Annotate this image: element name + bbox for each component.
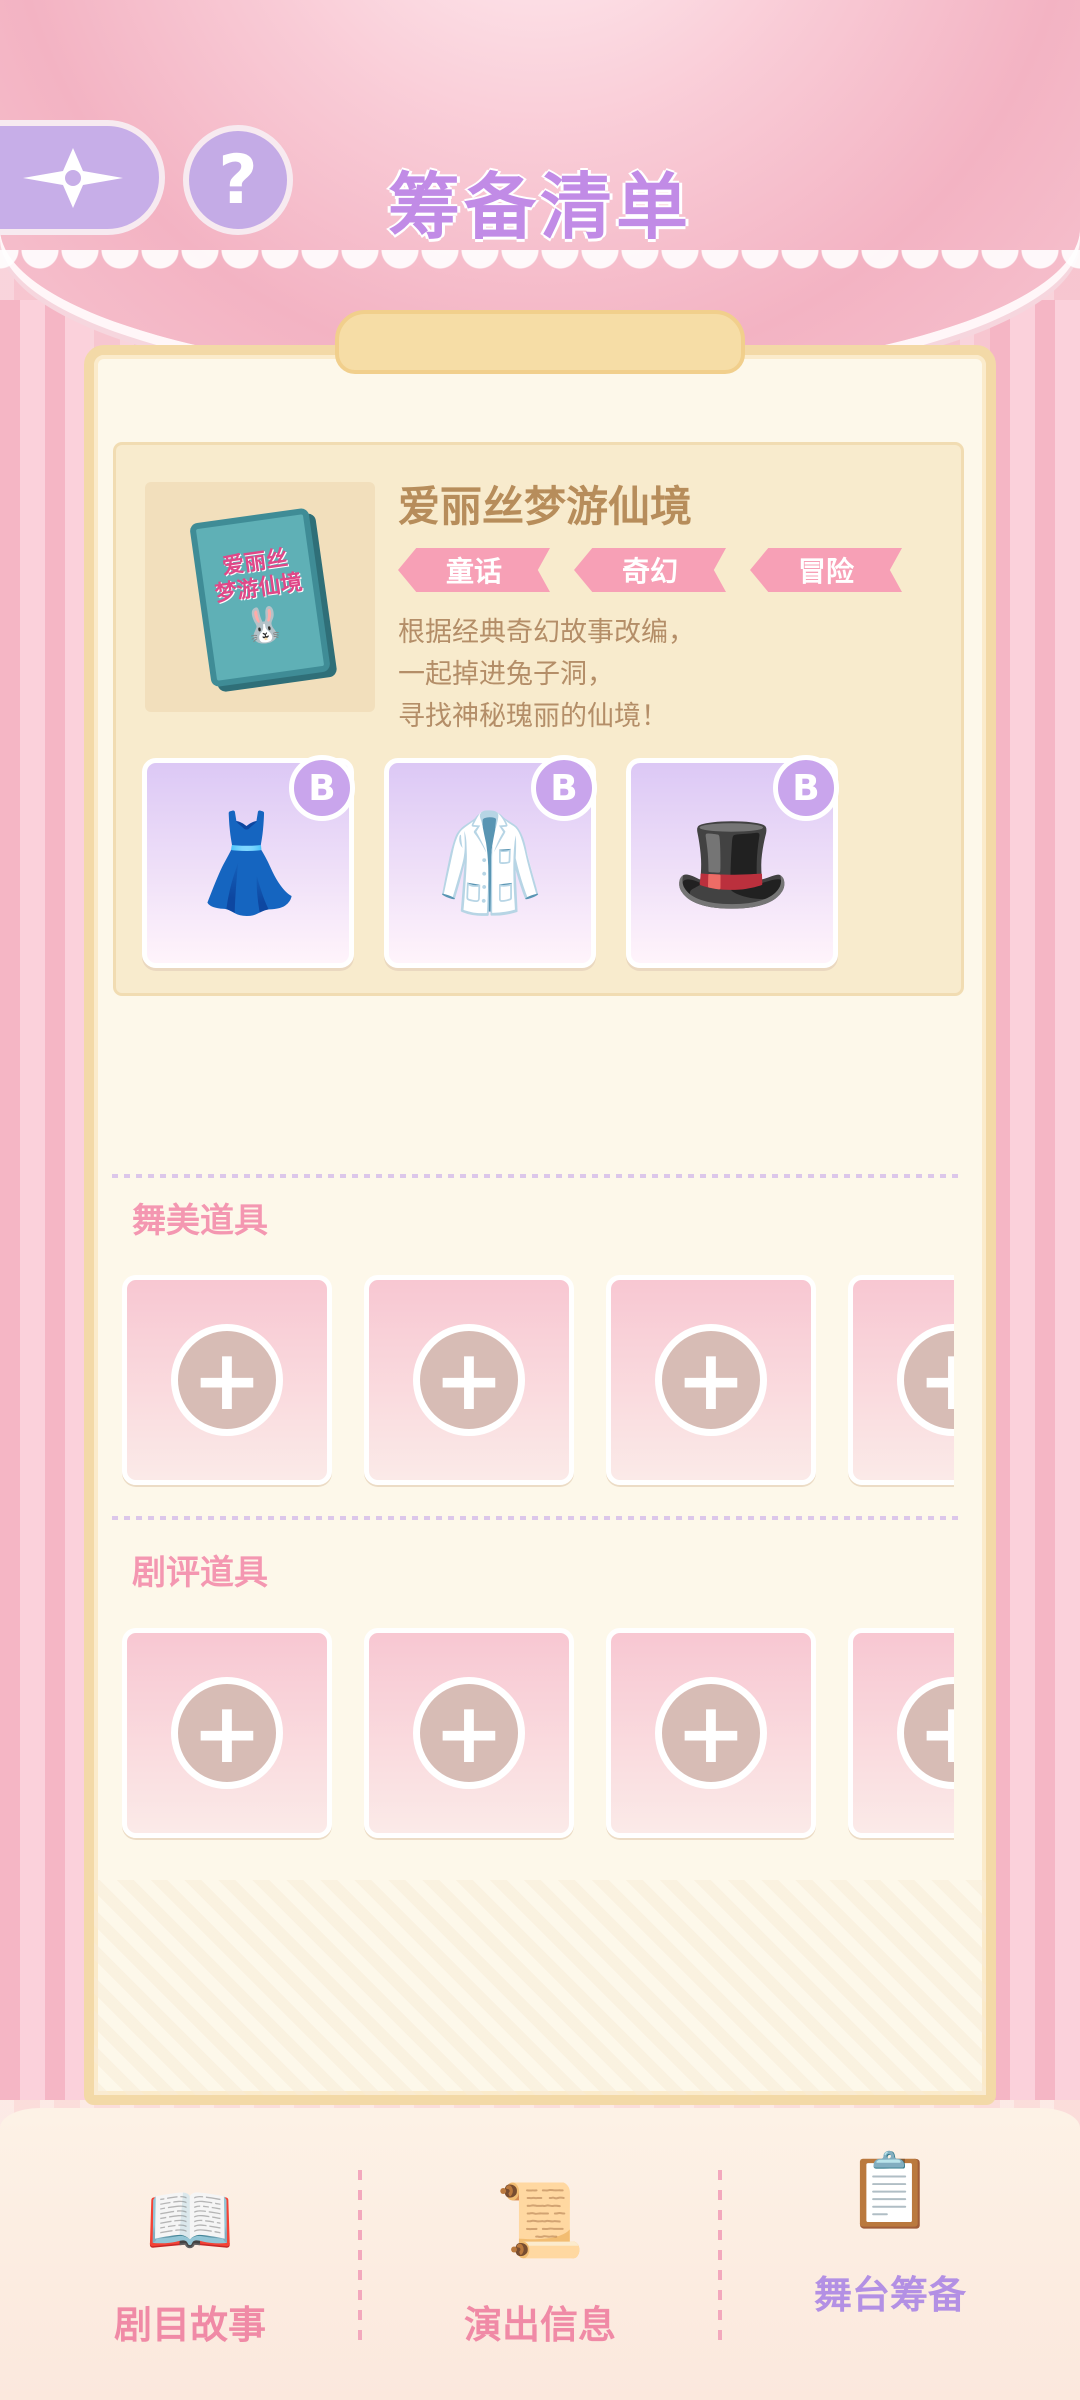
nav-performance-info[interactable]: 📜 演出信息: [390, 2160, 690, 2349]
plus-icon: +: [171, 1677, 283, 1789]
tag-fairytale: 童话: [398, 548, 550, 592]
prop-slot[interactable]: +: [848, 1275, 954, 1485]
nav-separator: [718, 2170, 722, 2340]
nav-label: 剧目故事: [113, 2303, 266, 2347]
plus-icon: +: [897, 1677, 954, 1789]
costume-item[interactable]: 👗 B: [142, 755, 355, 968]
script-name: 爱丽丝梦游仙境: [398, 482, 693, 531]
left-curtain: [0, 300, 90, 2100]
right-curtain: [990, 300, 1080, 2100]
prop-slot[interactable]: +: [848, 1628, 954, 1838]
description-line: 根据经典奇幻故事改编，: [398, 617, 695, 648]
plus-icon: +: [655, 1324, 767, 1436]
tag-adventure: 冒险: [750, 548, 902, 592]
stage-props-title: 舞美道具: [132, 1201, 268, 1241]
nav-separator: [358, 2170, 362, 2340]
nav-label: 舞台筹备: [813, 2273, 966, 2317]
plus-icon: +: [413, 1677, 525, 1789]
cover-title: 爱丽丝 梦游仙境: [213, 544, 304, 607]
rank-badge: B: [773, 755, 839, 821]
storybook-icon: 📖: [145, 2177, 235, 2262]
section-divider: [112, 1516, 962, 1520]
tag-fantasy: 奇幻: [574, 548, 726, 592]
description-line: 一起掉进兔子洞，: [398, 659, 614, 690]
plus-icon: +: [171, 1324, 283, 1436]
script-cover: 爱丽丝 梦游仙境 🐰: [145, 482, 375, 712]
poster-board-icon: 📜: [495, 2177, 585, 2262]
costume-list: 👗 B 🥼 B 🎩 B: [142, 755, 839, 968]
costume-item[interactable]: 🎩 B: [626, 755, 839, 968]
prop-slot[interactable]: +: [122, 1275, 332, 1485]
script-description: 根据经典奇幻故事改编， 一起掉进兔子洞， 寻找神秘瑰丽的仙境！: [398, 612, 695, 738]
costume-item[interactable]: 🥼 B: [384, 755, 597, 968]
stage-props-slots: + + + +: [122, 1275, 954, 1490]
rank-badge: B: [289, 755, 355, 821]
panel-crest: [335, 310, 745, 374]
plus-icon: +: [655, 1677, 767, 1789]
plus-icon: +: [413, 1324, 525, 1436]
dress-icon: 👗: [188, 806, 308, 919]
book-icon: 爱丽丝 梦游仙境 🐰: [189, 506, 331, 688]
nav-stage-prep[interactable]: 📋 舞台筹备: [740, 2130, 1040, 2319]
description-line: 寻找神秘瑰丽的仙境！: [398, 701, 668, 732]
review-props-slots: + + + +: [122, 1628, 954, 1843]
review-props-title: 剧评道具: [132, 1553, 268, 1593]
plus-icon: +: [897, 1324, 954, 1436]
prop-slot[interactable]: +: [606, 1628, 816, 1838]
nav-story[interactable]: 📖 剧目故事: [40, 2160, 340, 2349]
hat-icon: 🎩: [672, 806, 792, 919]
bunny-icon: 🐰: [240, 601, 288, 648]
clipboard-icon: 📋: [845, 2147, 935, 2232]
suit-icon: 🥼: [430, 806, 550, 919]
page-title: 筹备清单: [387, 165, 692, 249]
prop-slot[interactable]: +: [122, 1628, 332, 1838]
panel-pattern: [94, 1880, 986, 2095]
prop-slot[interactable]: +: [364, 1628, 574, 1838]
section-divider: [112, 1174, 962, 1178]
prop-slot[interactable]: +: [364, 1275, 574, 1485]
nav-label: 演出信息: [463, 2303, 616, 2347]
prop-slot[interactable]: +: [606, 1275, 816, 1485]
rank-badge: B: [531, 755, 597, 821]
script-tags: 童话 奇幻 冒险: [398, 548, 902, 592]
